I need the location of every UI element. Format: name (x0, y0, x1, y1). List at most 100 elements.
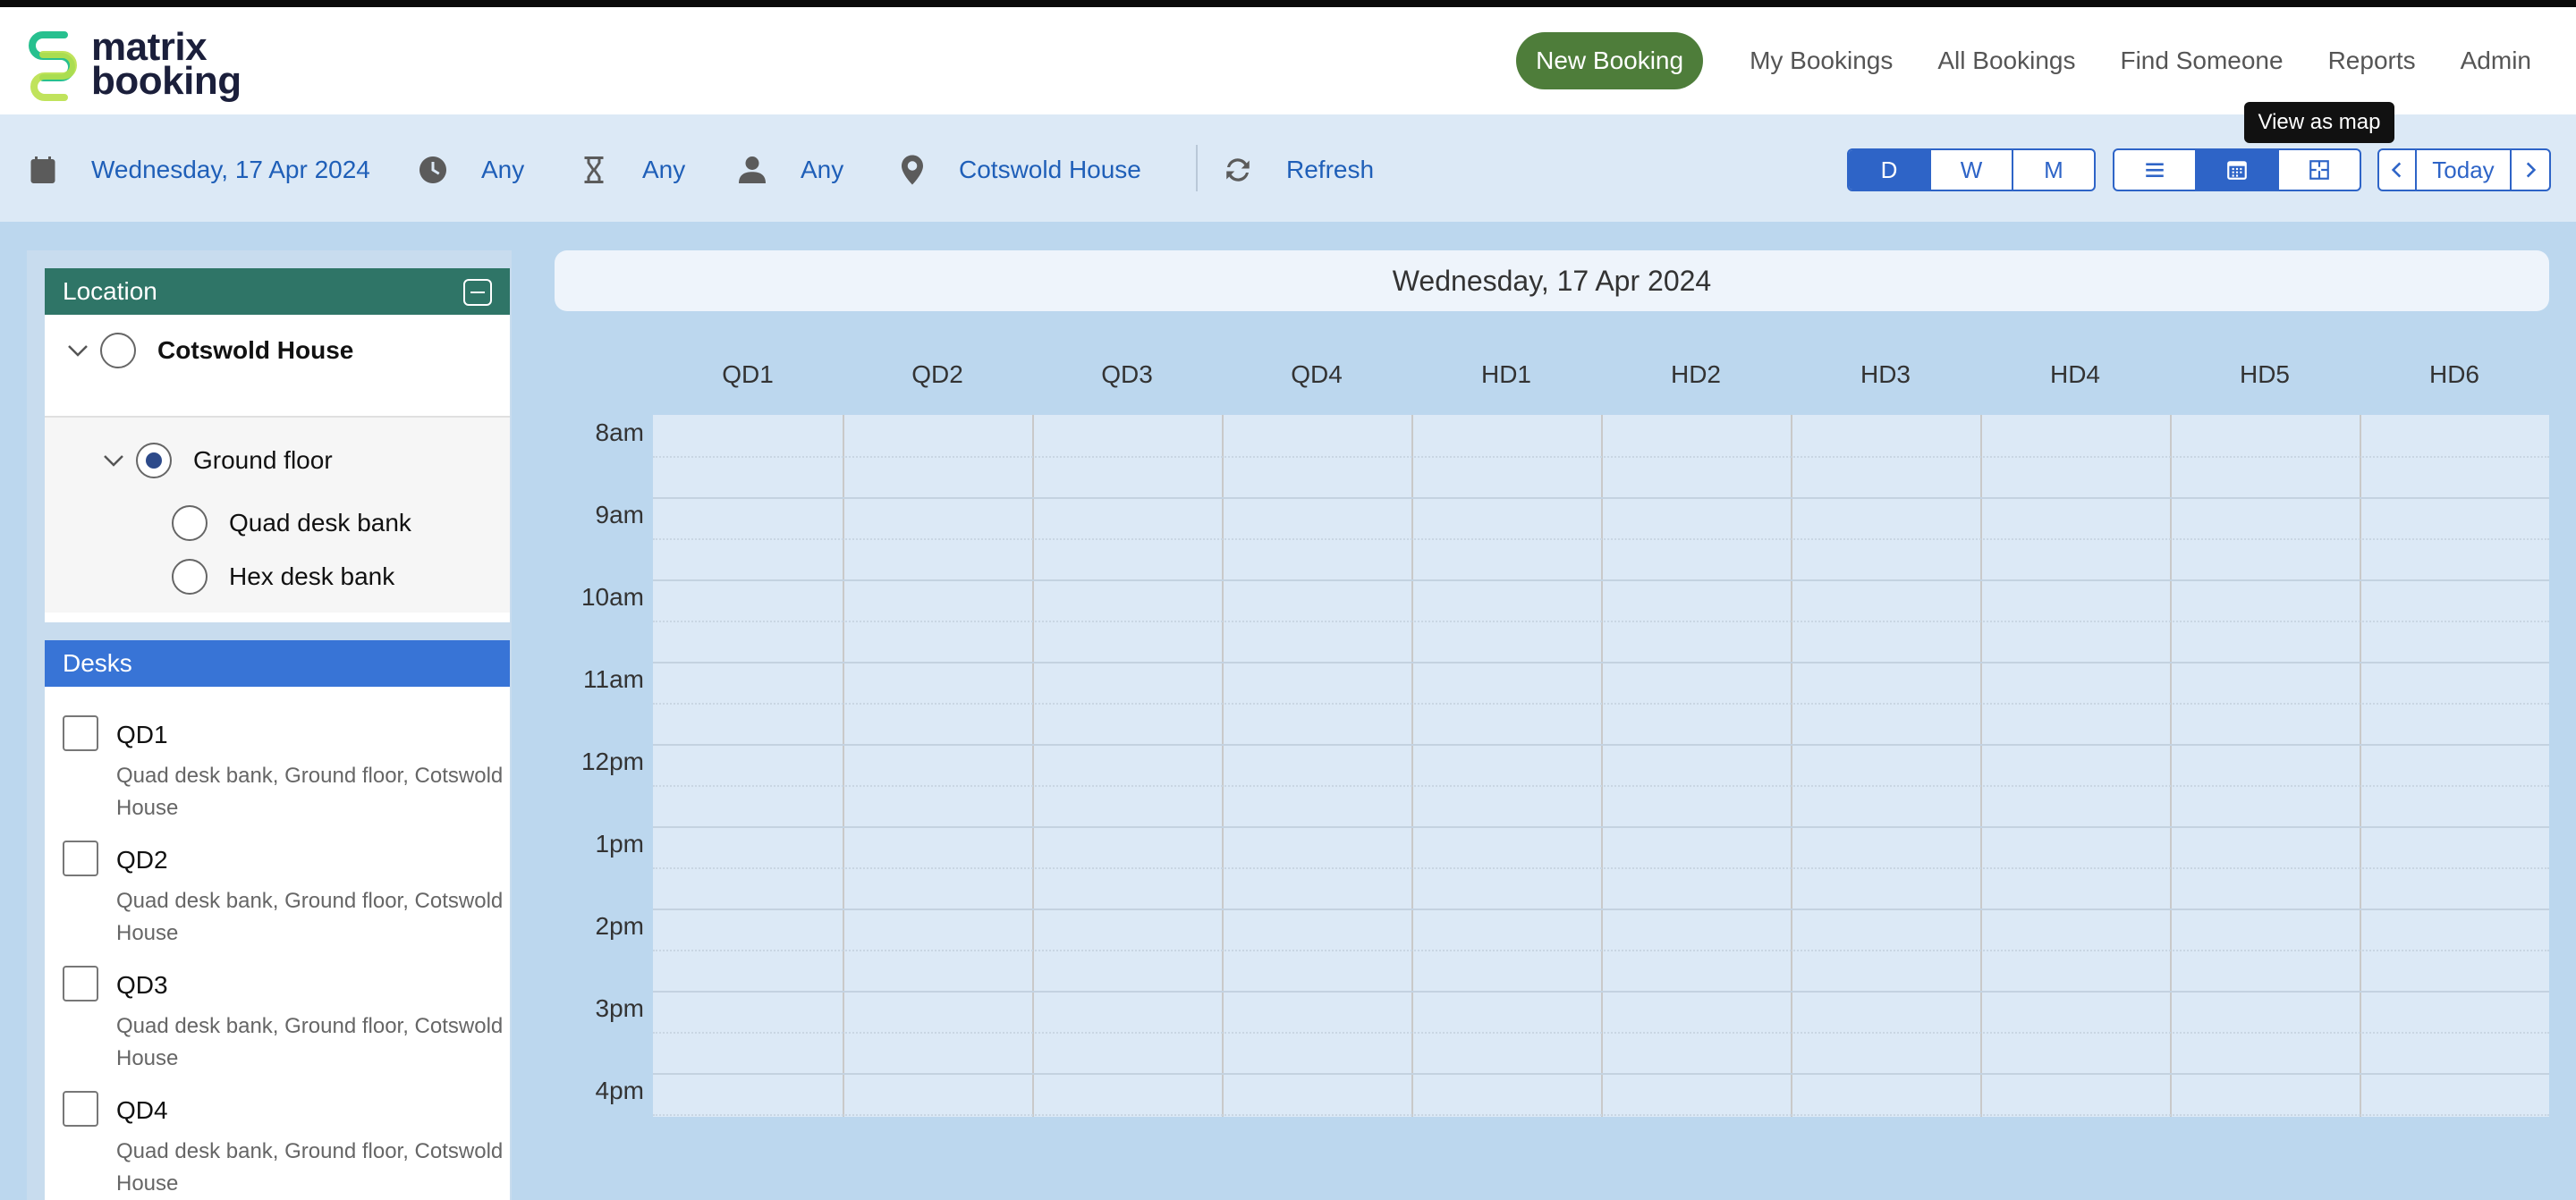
person-filter-label: Any (801, 156, 844, 183)
ground-floor-radio[interactable] (136, 443, 172, 478)
grid-column-divider (1222, 415, 1224, 1117)
time-label-9am: 9am (595, 501, 644, 528)
previous-day-button[interactable] (2379, 150, 2417, 190)
desk-checkbox[interactable] (63, 1091, 98, 1127)
column-header-hd4: HD4 (2049, 360, 2100, 388)
nav-reports[interactable]: Reports (2310, 36, 2434, 86)
range-month-button[interactable]: M (2013, 150, 2094, 190)
refresh-button[interactable]: Refresh (1222, 114, 1374, 225)
grid-half-hour-line (653, 1114, 2549, 1116)
desks-panel-header: Desks (45, 640, 510, 687)
next-day-button[interactable] (2512, 150, 2549, 190)
nav-all-bookings[interactable]: All Bookings (1919, 36, 2093, 86)
matrix-booking-logo-icon (29, 31, 77, 101)
schedule-date-title: Wednesday, 17 Apr 2024 (555, 250, 2549, 311)
person-filter[interactable]: Any (736, 114, 843, 225)
grid-half-hour-line (653, 621, 2549, 622)
top-border (0, 0, 2576, 7)
date-filter[interactable]: Wednesday, 17 Apr 2024 (27, 114, 370, 225)
range-toggle: D W M (1847, 148, 2096, 191)
time-label-10am: 10am (580, 583, 644, 611)
hex-desk-bank-radio[interactable] (172, 559, 208, 595)
app-header: matrix booking New Booking My Bookings A… (0, 7, 2576, 114)
time-filter[interactable]: Any (417, 114, 524, 225)
sidebar: Location Cotswold House Ground floor Qua… (27, 250, 512, 1200)
tree-item-label: Hex desk bank (229, 562, 395, 590)
today-button[interactable]: Today (2417, 150, 2512, 190)
new-booking-button[interactable]: New Booking (1516, 32, 1704, 89)
brand-logo[interactable]: matrix booking (25, 21, 242, 107)
floor-plan-icon (2309, 160, 2329, 180)
brand-line-2: booking (91, 59, 242, 103)
column-header-qd3: QD3 (1101, 360, 1153, 388)
tree-item-ground-floor[interactable]: Ground floor (100, 443, 333, 478)
grid-column-divider (2170, 415, 2172, 1117)
duration-filter[interactable]: Any (578, 114, 685, 225)
chevron-down-icon[interactable] (64, 337, 91, 364)
calendar-view-button[interactable] (2197, 150, 2279, 190)
brand-name: matrix booking (91, 28, 242, 103)
calendar-grid-icon (2227, 161, 2247, 180)
grid-hour-line (653, 908, 2549, 910)
grid-half-hour-line (653, 456, 2549, 458)
column-header-qd2: QD2 (911, 360, 963, 388)
time-label-3pm: 3pm (595, 994, 644, 1022)
desk-name: QD3 (116, 971, 168, 999)
grid-column-divider (2360, 415, 2361, 1117)
desk-name: QD2 (116, 846, 168, 874)
desk-checkbox[interactable] (63, 966, 98, 1001)
list-view-button[interactable] (2114, 150, 2197, 190)
duration-filter-label: Any (642, 156, 686, 183)
quad-desk-bank-radio[interactable] (172, 505, 208, 541)
column-header-hd5: HD5 (2239, 360, 2290, 388)
column-header-qd4: QD4 (1291, 360, 1343, 388)
nav-my-bookings[interactable]: My Bookings (1732, 36, 1911, 86)
tree-item-quad-desk-bank[interactable]: Quad desk bank (172, 505, 411, 541)
grid-column-divider (1980, 415, 1982, 1117)
chevron-right-icon (2526, 162, 2537, 178)
time-label-8am: 8am (595, 418, 644, 446)
location-filter[interactable]: Cotswold House (896, 114, 1141, 225)
date-filter-label: Wednesday, 17 Apr 2024 (91, 156, 370, 183)
desks-panel-title: Desks (63, 649, 132, 677)
grid-hour-line (653, 826, 2549, 828)
map-view-button[interactable] (2279, 150, 2360, 190)
location-filter-label: Cotswold House (959, 156, 1141, 183)
calendar-icon (27, 154, 59, 186)
schedule-grid[interactable] (653, 415, 2549, 1117)
tree-item-cotswold-house[interactable]: Cotswold House (64, 333, 353, 368)
nav-find-someone[interactable]: Find Someone (2102, 36, 2301, 86)
desks-panel: Desks QD1 Quad desk bank, Ground floor, … (45, 640, 510, 1200)
grid-column-divider (1601, 415, 1603, 1117)
hourglass-icon (578, 154, 610, 186)
location-panel-header[interactable]: Location (45, 268, 510, 315)
grid-half-hour-line (653, 785, 2549, 787)
time-label-4pm: 4pm (595, 1077, 644, 1104)
grid-half-hour-line (653, 1032, 2549, 1034)
chevron-down-icon[interactable] (100, 447, 127, 474)
collapse-icon[interactable] (463, 279, 492, 306)
grid-hour-line (653, 662, 2549, 663)
desk-description: Quad desk bank, Ground floor, Cotswold H… (116, 764, 504, 820)
grid-hour-line (653, 579, 2549, 581)
range-week-button[interactable]: W (1931, 150, 2013, 190)
grid-half-hour-line (653, 950, 2549, 951)
date-navigator: Today (2377, 148, 2551, 191)
schedule-grid-area: QD1 QD2 QD3 QD4 HD1 HD2 HD3 HD4 HD5 HD6 8am 9am 10am… (555, 334, 2549, 1118)
tree-item-hex-desk-bank[interactable]: Hex desk bank (172, 559, 394, 595)
time-label-2pm: 2pm (595, 912, 644, 940)
time-label-12pm: 12pm (580, 748, 644, 775)
nav-admin[interactable]: Admin (2443, 36, 2549, 86)
grid-column-divider (1791, 415, 1792, 1117)
location-subtree: Ground floor Quad desk bank Hex desk ban… (45, 416, 510, 613)
clock-icon (417, 154, 449, 186)
desk-checkbox[interactable] (63, 841, 98, 876)
grid-column-divider (1411, 415, 1413, 1117)
cotswold-house-radio[interactable] (100, 333, 136, 368)
toolbar-divider (1196, 145, 1198, 191)
range-day-button[interactable]: D (1849, 150, 1931, 190)
desk-checkbox[interactable] (63, 715, 98, 751)
filter-toolbar: Wednesday, 17 Apr 2024 Any Any Any Cotsw… (0, 114, 2576, 222)
grid-half-hour-line (653, 703, 2549, 705)
tree-item-label: Cotswold House (157, 336, 354, 364)
